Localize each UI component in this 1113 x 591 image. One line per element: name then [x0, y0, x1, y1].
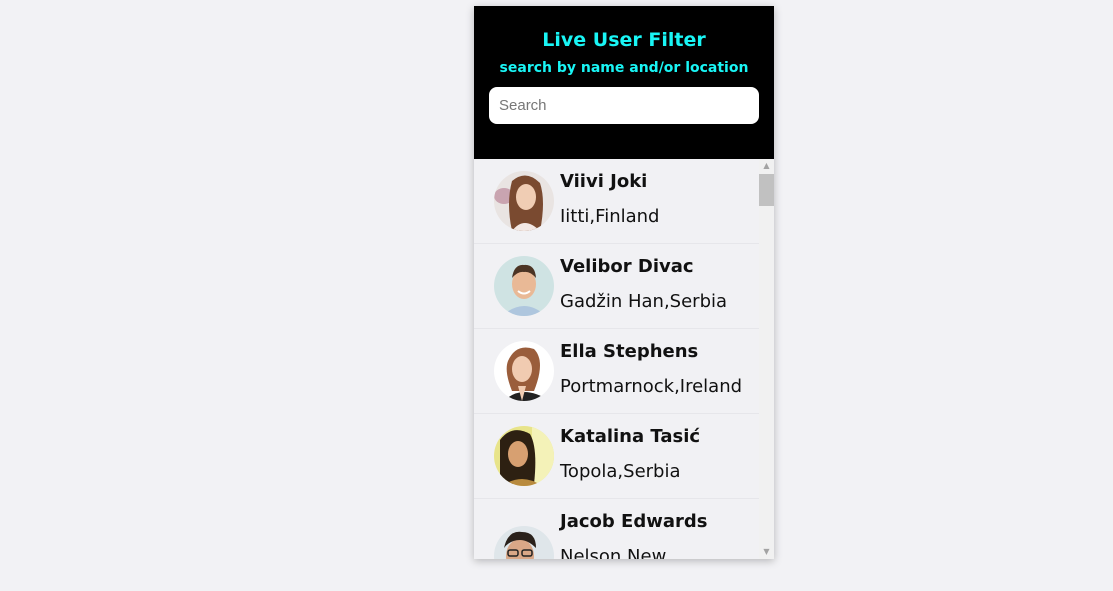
chevron-up-icon[interactable]: ▲: [759, 159, 774, 173]
avatar: [494, 171, 554, 231]
avatar: [494, 341, 554, 401]
user-filter-card: Live User Filter search by name and/or l…: [474, 6, 774, 559]
header: Live User Filter search by name and/or l…: [474, 6, 774, 159]
avatar: [494, 526, 554, 559]
list-item[interactable]: Viivi Joki Iitti,Finland: [474, 159, 759, 244]
chevron-down-icon[interactable]: ▼: [759, 545, 774, 559]
list-item[interactable]: Ella Stephens Portmarnock,Ireland: [474, 329, 759, 414]
list-item[interactable]: Velibor Divac Gadžin Han,Serbia: [474, 244, 759, 329]
avatar-photo-3: [494, 341, 554, 401]
user-name: Ella Stephens: [560, 341, 699, 362]
search-input[interactable]: [489, 87, 759, 124]
user-name: Katalina Tasić: [560, 426, 701, 447]
user-list: Viivi Joki Iitti,Finland Velibor Divac G…: [474, 159, 759, 559]
user-list-container[interactable]: Viivi Joki Iitti,Finland Velibor Divac G…: [474, 159, 774, 559]
user-name: Velibor Divac: [560, 256, 694, 277]
page-subtitle: search by name and/or location: [499, 60, 749, 76]
user-location: Portmarnock,Ireland: [560, 376, 743, 397]
page-title: Live User Filter: [542, 29, 706, 51]
avatar: [494, 426, 554, 486]
list-item[interactable]: Katalina Tasić Topola,Serbia: [474, 414, 759, 499]
user-name: Viivi Joki: [560, 171, 648, 192]
avatar-photo-5: [494, 526, 554, 559]
vertical-scrollbar[interactable]: ▲ ▼: [759, 159, 774, 559]
avatar-photo-4: [494, 426, 554, 486]
scrollbar-thumb[interactable]: [759, 174, 774, 206]
user-name: Jacob Edwards: [560, 511, 708, 532]
user-location: Topola,Serbia: [560, 461, 681, 482]
user-location: Iitti,Finland: [560, 206, 660, 227]
avatar: [494, 256, 554, 316]
avatar-photo-2: [494, 256, 554, 316]
avatar-photo-1: [494, 171, 554, 231]
user-location: Gadžin Han,Serbia: [560, 291, 728, 312]
user-location: Nelson,New: [560, 546, 667, 559]
list-item[interactable]: Jacob Edwards Nelson,New: [474, 499, 759, 559]
